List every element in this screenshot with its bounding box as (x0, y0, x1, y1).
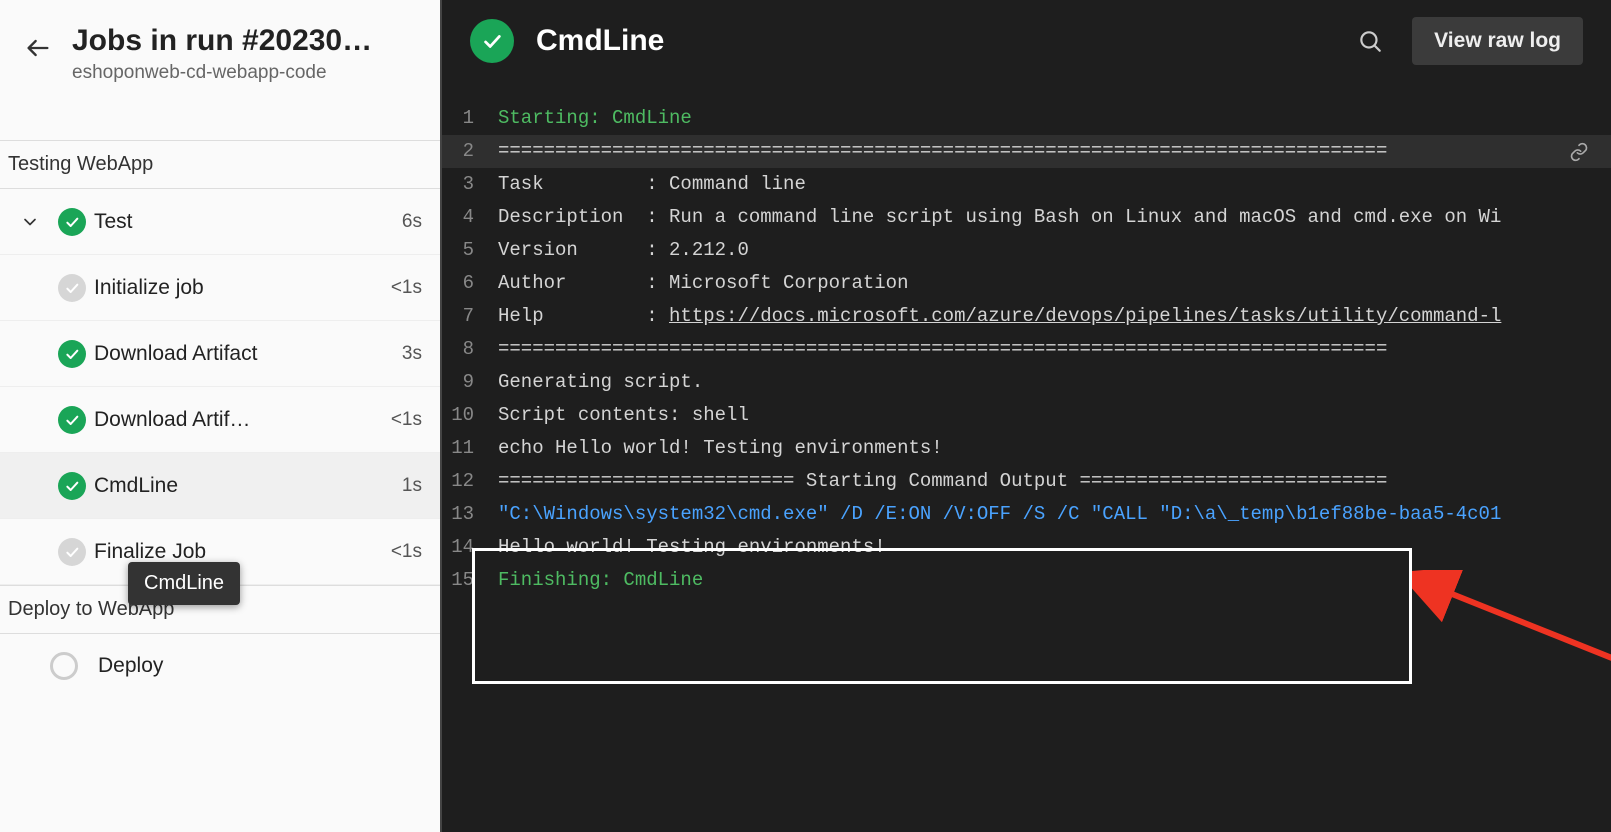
steps-list: Initialize job<1sDownload Artifact3sDown… (0, 255, 440, 585)
step-duration: <1s (382, 277, 422, 299)
tooltip: CmdLine (128, 562, 240, 605)
log-panel: CmdLine View raw log 1Starting: CmdLine2… (442, 0, 1611, 832)
line-text: Script contents: shell (498, 399, 1599, 432)
line-number: 3 (442, 168, 498, 201)
line-text: ========================================… (498, 135, 1559, 168)
step-duration: 1s (382, 475, 422, 497)
stage-header-testing: Testing WebApp (0, 140, 440, 189)
job-label: Test (94, 210, 382, 234)
log-line[interactable]: 13"C:\Windows\system32\cmd.exe" /D /E:ON… (442, 498, 1611, 531)
pipeline-name: eshoponweb-cd-webapp-code (72, 62, 424, 84)
step-row[interactable]: Download Artifact3s (0, 321, 440, 387)
step-label: Download Artif… (94, 408, 382, 432)
log-header: CmdLine View raw log (442, 0, 1611, 82)
log-line[interactable]: 6Author : Microsoft Corporation (442, 267, 1611, 300)
search-button[interactable] (1350, 21, 1390, 61)
line-number: 6 (442, 267, 498, 300)
step-duration: <1s (382, 409, 422, 431)
line-text: Task : Command line (498, 168, 1599, 201)
line-text: ========================================… (498, 333, 1599, 366)
line-text: echo Hello world! Testing environments! (498, 432, 1599, 465)
line-text: Hello world! Testing environments! (498, 531, 1599, 564)
line-number: 4 (442, 201, 498, 234)
left-header: Jobs in run #20230… eshoponweb-cd-webapp… (0, 0, 440, 100)
check-icon (481, 30, 503, 52)
line-text: Help : https://docs.microsoft.com/azure/… (498, 300, 1599, 333)
line-text: Description : Run a command line script … (498, 201, 1599, 234)
line-number: 13 (442, 498, 498, 531)
status-icon-pending (58, 274, 86, 302)
step-row[interactable]: Initialize job<1s (0, 255, 440, 321)
line-number: 15 (442, 564, 498, 597)
status-icon-success (58, 406, 86, 434)
job-duration: 6s (382, 211, 422, 233)
step-duration: 3s (382, 343, 422, 365)
status-icon-pending (58, 538, 86, 566)
step-row[interactable]: CmdLine1s (0, 453, 440, 519)
log-line[interactable]: 10Script contents: shell (442, 399, 1611, 432)
log-body[interactable]: 1Starting: CmdLine2=====================… (442, 82, 1611, 597)
line-number: 10 (442, 399, 498, 432)
stage-title: Testing WebApp (8, 153, 424, 176)
left-title-block: Jobs in run #20230… eshoponweb-cd-webapp… (72, 24, 424, 84)
line-number: 14 (442, 531, 498, 564)
step-row[interactable]: Download Artif…<1s (0, 387, 440, 453)
step-duration: <1s (382, 541, 422, 563)
chevron-down-icon (20, 212, 40, 232)
line-number: 8 (442, 333, 498, 366)
line-text: ========================== Starting Comm… (498, 465, 1599, 498)
link-icon[interactable] (1559, 142, 1599, 162)
job-row-test[interactable]: Test 6s (0, 189, 440, 255)
status-icon-success (58, 208, 86, 236)
line-text: Finishing: CmdLine (498, 564, 1599, 597)
status-icon-success (58, 340, 86, 368)
log-line[interactable]: 7Help : https://docs.microsoft.com/azure… (442, 300, 1611, 333)
line-text: "C:\Windows\system32\cmd.exe" /D /E:ON /… (498, 498, 1599, 531)
line-number: 7 (442, 300, 498, 333)
line-number: 5 (442, 234, 498, 267)
log-line[interactable]: 12========================== Starting Co… (442, 465, 1611, 498)
view-raw-log-button[interactable]: View raw log (1412, 17, 1583, 65)
left-panel: Jobs in run #20230… eshoponweb-cd-webapp… (0, 0, 442, 832)
log-line[interactable]: 15Finishing: CmdLine (442, 564, 1611, 597)
line-number: 1 (442, 102, 498, 135)
back-button[interactable] (20, 30, 56, 66)
line-text: Author : Microsoft Corporation (498, 267, 1599, 300)
job-row-deploy[interactable]: Deploy (0, 634, 440, 698)
line-number: 11 (442, 432, 498, 465)
search-icon (1357, 28, 1383, 54)
task-status-badge (470, 19, 514, 63)
log-line[interactable]: 2=======================================… (442, 135, 1611, 168)
line-text: Version : 2.212.0 (498, 234, 1599, 267)
log-line[interactable]: 14Hello world! Testing environments! (442, 531, 1611, 564)
step-label: Finalize Job (94, 540, 382, 564)
job-label: Deploy (98, 654, 422, 678)
log-line[interactable]: 4Description : Run a command line script… (442, 201, 1611, 234)
line-number: 12 (442, 465, 498, 498)
arrow-left-icon (24, 34, 52, 62)
line-number: 2 (442, 135, 498, 168)
task-title: CmdLine (536, 24, 1328, 58)
log-line[interactable]: 9Generating script. (442, 366, 1611, 399)
step-label: CmdLine (94, 474, 382, 498)
log-line[interactable]: 5Version : 2.212.0 (442, 234, 1611, 267)
log-line[interactable]: 8=======================================… (442, 333, 1611, 366)
line-number: 9 (442, 366, 498, 399)
step-label: Download Artifact (94, 342, 382, 366)
page-title: Jobs in run #20230… (72, 24, 424, 58)
log-line[interactable]: 1Starting: CmdLine (442, 102, 1611, 135)
step-label: Initialize job (94, 276, 382, 300)
help-link[interactable]: https://docs.microsoft.com/azure/devops/… (669, 305, 1501, 327)
line-text: Generating script. (498, 366, 1599, 399)
status-icon-pending (50, 652, 78, 680)
log-line[interactable]: 11echo Hello world! Testing environments… (442, 432, 1611, 465)
log-line[interactable]: 3Task : Command line (442, 168, 1611, 201)
status-icon-success (58, 472, 86, 500)
line-text: Starting: CmdLine (498, 102, 1599, 135)
